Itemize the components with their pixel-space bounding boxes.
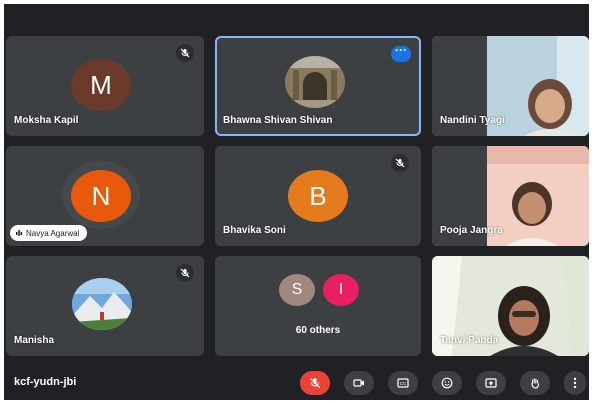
participant-name: Tanvi Panda — [440, 335, 499, 346]
raise-hand-icon — [531, 378, 540, 389]
mic-off-icon — [310, 378, 320, 388]
participant-name: Bhavika Soni — [223, 225, 286, 236]
photo-mountain-icon — [72, 278, 132, 330]
emoji-icon — [441, 377, 453, 389]
mic-toggle-button[interactable] — [300, 371, 330, 395]
present-button[interactable] — [476, 371, 506, 395]
participant-name: Navya Agarwal — [26, 228, 80, 238]
raise-hand-button[interactable] — [520, 371, 550, 395]
tile-tanvi-panda[interactable]: Tanvi Panda — [432, 256, 589, 356]
photo-archway-icon — [285, 56, 345, 108]
avatar-initial: N — [91, 180, 111, 211]
avatar-others-2: I — [323, 274, 359, 306]
meet-window: M Moksha Kapil ··· Bhawna Shivan Shivan — [4, 4, 589, 400]
tile-moksha-kapil[interactable]: M Moksha Kapil — [6, 36, 204, 136]
mic-off-icon — [176, 264, 194, 282]
mic-off-icon — [176, 44, 194, 62]
meeting-code: kcf-yudn-jbi — [14, 376, 77, 388]
avatar-others-1: S — [279, 274, 315, 306]
participant-name: Pooja Jangra — [440, 225, 503, 236]
camera-toggle-button[interactable] — [344, 371, 374, 395]
avatar: B — [288, 170, 348, 222]
present-icon — [485, 378, 497, 388]
tile-bhawna-shivan-shivan[interactable]: ··· Bhawna Shivan Shivan — [215, 36, 421, 136]
others-count-label: 60 others — [295, 325, 341, 336]
reactions-button[interactable] — [432, 371, 462, 395]
participant-name: Moksha Kapil — [14, 115, 79, 126]
avatar: N — [71, 170, 131, 222]
more-options-button[interactable] — [564, 371, 586, 395]
avatar — [72, 278, 132, 330]
name-pill: Navya Agarwal — [10, 225, 88, 241]
tile-manisha[interactable]: Manisha — [6, 256, 204, 356]
tile-navya-agarwal[interactable]: N Navya Agarwal — [6, 146, 204, 246]
avatar-initial: B — [309, 180, 327, 211]
tile-pooja-jangra[interactable]: Pooja Jangra — [432, 146, 589, 246]
mic-off-icon — [391, 154, 409, 172]
avatar: M — [71, 59, 131, 111]
camera-icon — [353, 379, 364, 387]
tile-others[interactable]: S I 60 others — [215, 256, 421, 356]
more-options-icon — [573, 377, 577, 389]
captions-button[interactable]: CC — [388, 371, 418, 395]
tile-nandini-tyagi[interactable]: Nandini Tyagi — [432, 36, 589, 136]
bottom-toolbar: kcf-yudn-jbi CC — [4, 364, 589, 400]
avatar — [285, 56, 345, 108]
participant-name: Bhawna Shivan Shivan — [223, 115, 333, 126]
captions-icon: CC — [397, 378, 409, 388]
avatar-initial: M — [90, 69, 112, 100]
audio-level-icon — [16, 230, 23, 236]
participant-name: Manisha — [14, 335, 55, 346]
participant-name: Nandini Tyagi — [440, 115, 505, 126]
svg-text:CC: CC — [400, 381, 407, 386]
more-options-icon[interactable]: ··· — [391, 44, 411, 62]
tile-bhavika-soni[interactable]: B Bhavika Soni — [215, 146, 421, 246]
